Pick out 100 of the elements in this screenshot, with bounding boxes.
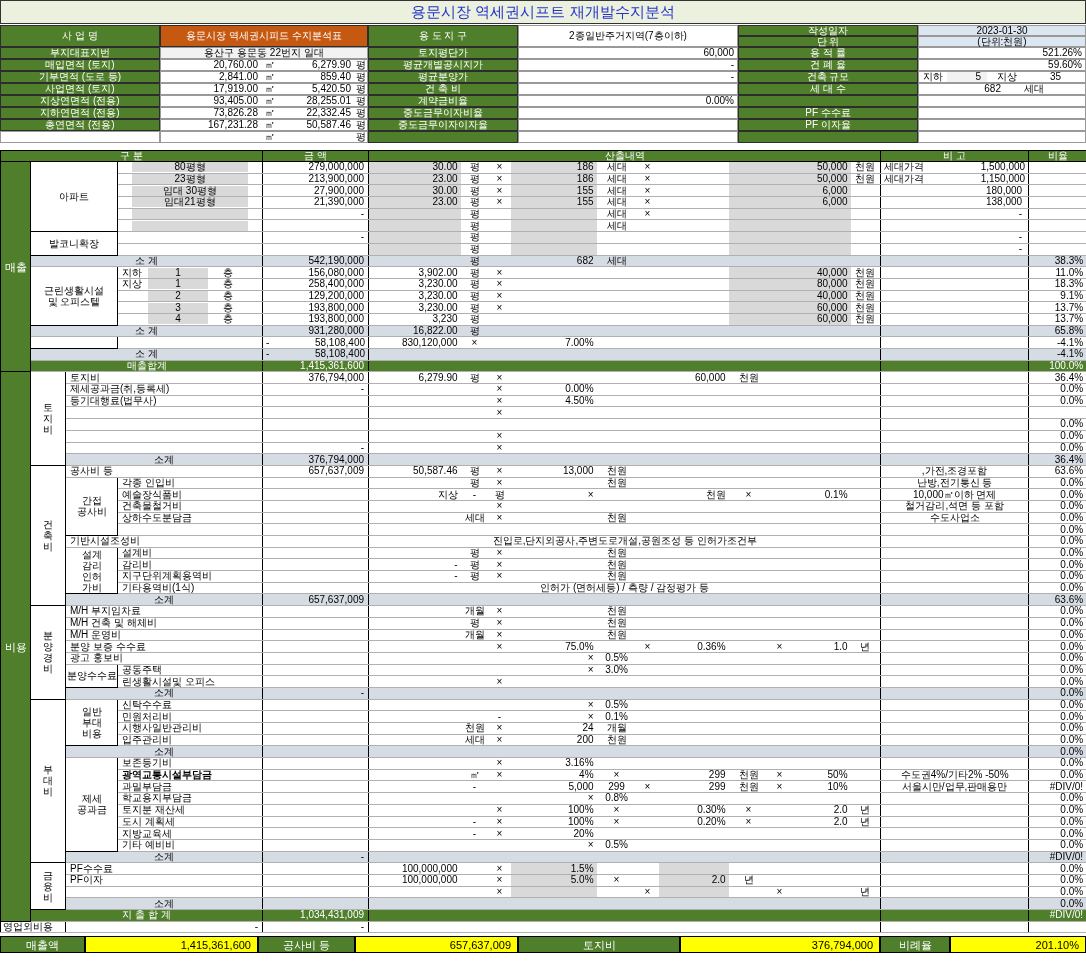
calc-cell: 3,902.00: [368, 266, 461, 279]
note-cell: 수도권4%/기타2% -50%: [880, 769, 1029, 781]
calc-cell: 천원: [596, 512, 637, 524]
ratio-cell: 0.0%: [1028, 804, 1086, 816]
amount-value: 58,108,400: [314, 337, 366, 348]
floor-number: 1: [148, 267, 208, 278]
summary-label: 매출액: [0, 936, 85, 954]
row-label: 입주관리비: [117, 734, 263, 746]
calc-cell: 평: [460, 278, 489, 291]
row-label: M/H 건축 및 해체비: [65, 617, 263, 629]
calc-cell: ×: [636, 173, 659, 185]
row-label: 건축물철거비: [117, 500, 263, 513]
calc-cell: ×: [488, 886, 511, 898]
amount-cell: 657,637,009: [262, 465, 369, 478]
area-value: 20,760.00: [212, 60, 259, 70]
ratio-cell: 18.3%: [1028, 278, 1086, 291]
area-value: 28,255.01: [305, 96, 352, 106]
field-label: 지상연면적 (전용): [0, 95, 160, 107]
calc-cell: ×: [510, 488, 597, 501]
calc-cell: 년: [850, 804, 881, 816]
field-label: 지하: [922, 72, 944, 82]
amount-cell: 376,794,000: [262, 371, 369, 384]
row-label: 지방교육세: [117, 827, 263, 840]
calc-cell: ×: [488, 512, 511, 524]
calc-cell: ×: [636, 196, 659, 209]
calc-cell: 13,000: [510, 465, 597, 478]
calc-cell: 개월: [460, 629, 489, 641]
amount-cell: 279,000,000: [262, 161, 369, 174]
calc-cell: ×: [488, 406, 511, 419]
column-header: 구 분: [0, 150, 263, 162]
calc-cell: ×: [488, 734, 511, 746]
calc-cell: 40,000: [790, 290, 851, 302]
calc-cell: ×: [728, 804, 769, 816]
calc-cell: ×: [488, 477, 511, 489]
ratio-cell: 0.0%: [1028, 652, 1086, 665]
calc-cell: 평: [460, 325, 489, 337]
calc-cell: ×: [488, 161, 511, 174]
calc-cell: 0.30%: [658, 804, 729, 816]
group-label: 건축비: [30, 465, 66, 606]
calc-cell: ×: [488, 804, 511, 816]
row-label: 광고 홍보비: [65, 652, 263, 665]
calc-cell: 299: [596, 780, 637, 793]
row-label: 학교용지부담금: [117, 792, 263, 805]
floor-unit: 층: [222, 290, 234, 301]
ratio-cell: 0.0%: [1028, 383, 1086, 396]
floor-prefix: 지하: [121, 267, 143, 278]
calc-cell: ×: [488, 862, 511, 875]
row-label: M/H 운영비: [65, 629, 263, 641]
ratio-cell: #DIV/0!: [1028, 851, 1086, 863]
column-header: 비 고: [880, 150, 1029, 162]
ratio-cell: 38.3%: [1028, 255, 1086, 267]
row-label: 시행사일반관리비: [117, 722, 263, 735]
amount-cell: 931,280,000: [262, 325, 369, 337]
amount-cell: 21,390,000: [262, 196, 369, 209]
calc-cell: 천원: [596, 465, 637, 478]
calc-cell: 세대: [596, 184, 637, 197]
amount-cell: -: [262, 231, 369, 244]
calc-cell: 천원: [596, 617, 637, 629]
ratio-cell: 0.0%: [1028, 512, 1086, 524]
group-label: 간접 공사비: [65, 477, 118, 536]
calc-cell: 3,230.00: [368, 290, 461, 302]
calc-cell: 평: [460, 266, 489, 279]
calc-cell: 년: [850, 886, 881, 898]
calc-cell: ×: [510, 792, 597, 805]
calc-cell: -: [488, 710, 511, 723]
field-label: 사업면적 (토지): [0, 83, 160, 95]
unit-label: 평: [354, 84, 367, 94]
group-label: 아파트: [30, 161, 118, 232]
row-label: 감리비: [117, 558, 263, 571]
ratio-cell: 0.0%: [1028, 570, 1086, 583]
note-cell: 수도사업소: [880, 512, 1029, 524]
calc-cell: 천원: [850, 173, 881, 185]
field-label: 건축 규모: [738, 71, 918, 83]
area-value: 859.40: [319, 72, 352, 82]
field-label: 토지평단가: [368, 47, 518, 59]
area-value: 17,919.00: [212, 84, 259, 94]
summary-value: 1,415,361,600: [85, 936, 258, 954]
calc-cell: ×: [488, 722, 511, 735]
amount-cell: 213,900,000: [262, 173, 369, 185]
calc-cell: 3,230.00: [368, 278, 461, 291]
ratio-cell: 0.0%: [1028, 664, 1086, 676]
calc-cell: 천원: [596, 605, 637, 618]
row-label: 각종 인입비: [117, 477, 263, 489]
field-label: 매입면적 (토지): [0, 59, 160, 71]
calc-cell: -: [460, 780, 489, 793]
row-label: 토지비: [65, 371, 263, 384]
calc-cell: ×: [460, 336, 489, 349]
calc-cell: 100,000,000: [368, 874, 461, 887]
calc-cell: 천원: [850, 313, 881, 326]
note-cell: 180,000: [880, 184, 1029, 197]
column-header: 금 액: [262, 150, 369, 162]
summary-label: 토지비: [518, 936, 680, 954]
row-label: 등기대행료(법무사): [65, 395, 263, 407]
row-label: 기타 예비비: [117, 839, 263, 852]
row-label: 린생활시설및 오피스: [117, 675, 263, 688]
field-label: 부지대표지번: [0, 47, 160, 59]
ratio-cell: 13.7%: [1028, 313, 1086, 326]
row-label: 소 계: [30, 255, 263, 267]
floor-number: 4: [148, 314, 208, 325]
calc-cell: ×: [488, 301, 511, 314]
